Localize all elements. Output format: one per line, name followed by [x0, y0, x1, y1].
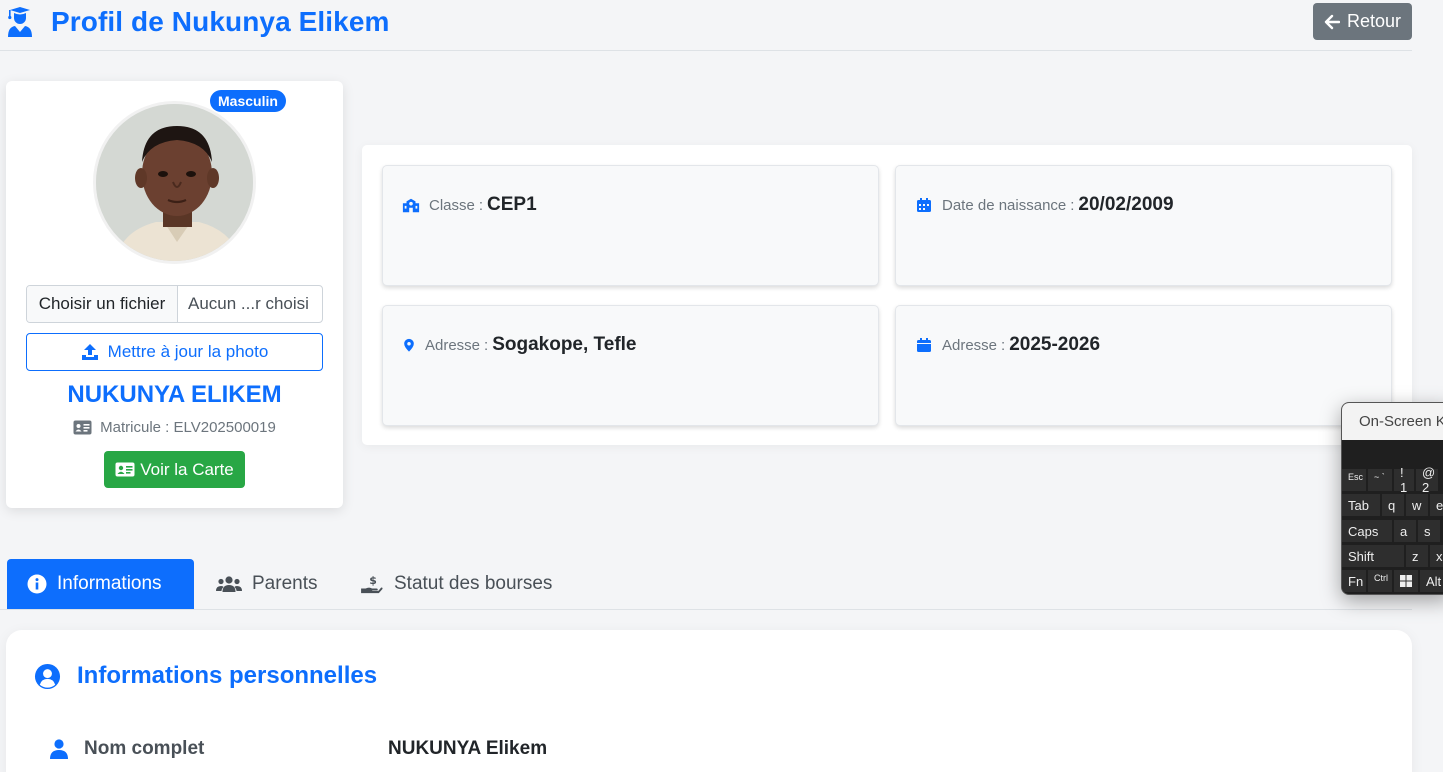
update-photo-label: Mettre à jour la photo	[107, 342, 269, 361]
osk-key-x[interactable]: x	[1430, 545, 1443, 567]
naissance-value: 20/02/2009	[1078, 194, 1174, 215]
osk-row-1: Esc ~ ` ! 1 @ 2	[1342, 465, 1438, 495]
adresse-label: Adresse	[425, 337, 481, 354]
osk-row-2: Tab q w e	[1342, 494, 1443, 516]
user-graduate-icon	[8, 7, 32, 37]
info-box-naissance: Date de naissance : 20/02/2009	[895, 165, 1392, 286]
osk-key-alt[interactable]: Alt	[1420, 570, 1443, 592]
info-circle-icon	[27, 574, 47, 594]
osk-key-esc[interactable]: Esc	[1342, 469, 1366, 491]
tab-parents-label: Parents	[252, 573, 318, 594]
school-icon	[402, 198, 420, 213]
update-photo-button[interactable]: Mettre à jour la photo	[26, 333, 323, 371]
page-header: Profil de Nukunya Elikem Retour	[0, 0, 1412, 51]
section-title-text: Informations personnelles	[77, 662, 378, 689]
tab-statut-bourses-label: Statut des bourses	[394, 573, 553, 594]
osk-row-3: Caps a s	[1342, 520, 1440, 542]
tab-informations[interactable]: Informations	[7, 559, 194, 609]
arrow-left-icon	[1324, 14, 1340, 29]
student-name: NUKUNYA ELIKEM	[67, 381, 282, 408]
osk-key-e[interactable]: e	[1430, 494, 1443, 516]
tab-statut-bourses[interactable]: $ Statut des bourses	[360, 559, 552, 609]
section-title: Informations personnelles	[34, 662, 377, 690]
info-box-adresse: Adresse : Sogakope, Tefle	[382, 305, 879, 426]
annee-label: Adresse	[942, 337, 998, 354]
field-label: Nom complet	[50, 738, 388, 760]
file-status-text: Aucun ...r choisi	[188, 294, 309, 313]
on-screen-keyboard[interactable]: On-Screen Keyboard Esc ~ ` ! 1 @ 2 Tab q…	[1341, 402, 1443, 595]
classe-label: Classe	[429, 197, 475, 214]
osk-key-1[interactable]: ! 1	[1394, 465, 1414, 495]
osk-title: On-Screen Keyboard	[1359, 413, 1443, 430]
nom-complet-label: Nom complet	[84, 738, 205, 759]
choose-file-button[interactable]: Choisir un fichier	[27, 286, 178, 322]
osk-row-4: Shift z x	[1342, 545, 1443, 567]
photo-file-input[interactable]: Choisir un fichier Aucun ...r choisi	[26, 285, 323, 323]
view-card-label: Voir la Carte	[140, 459, 234, 479]
osk-key-windows[interactable]	[1394, 570, 1418, 592]
user-icon	[50, 739, 68, 759]
page-title: Profil de Nukunya Elikem	[51, 6, 390, 37]
info-box-classe: Classe : CEP1	[382, 165, 879, 286]
osk-key-2[interactable]: @ 2	[1416, 465, 1438, 495]
profile-tabs: Informations Parents $ Statut des bourse…	[0, 558, 1412, 610]
osk-key-ctrl[interactable]: Ctrl	[1368, 570, 1392, 592]
tab-informations-label: Informations	[57, 573, 162, 594]
avatar	[93, 101, 256, 264]
upload-icon	[81, 344, 98, 360]
info-panel: Classe : CEP1 Date de naissance : 20/02/…	[362, 145, 1412, 445]
osk-key-z[interactable]: z	[1406, 545, 1428, 567]
field-row-nom-complet: Nom complet NUKUNYA Elikem	[50, 738, 950, 760]
osk-key-caps[interactable]: Caps	[1342, 520, 1392, 542]
osk-key-w[interactable]: w	[1406, 494, 1428, 516]
matricule-text: Matricule : ELV202500019	[100, 419, 276, 436]
personal-info-card: Informations personnelles Nom complet NU…	[6, 630, 1412, 772]
matricule: Matricule : ELV202500019	[6, 419, 343, 436]
osk-key-tilde[interactable]: ~ `	[1368, 469, 1392, 491]
users-icon	[216, 576, 242, 592]
osk-key-s[interactable]: s	[1418, 520, 1440, 542]
info-box-annee: Adresse : 2025-2026	[895, 305, 1392, 426]
windows-icon	[1400, 575, 1412, 587]
back-button[interactable]: Retour	[1313, 3, 1412, 40]
id-card-icon	[115, 462, 135, 477]
view-card-button[interactable]: Voir la Carte	[104, 451, 245, 488]
hand-holding-dollar-icon: $	[361, 574, 383, 594]
nom-complet-value: NUKUNYA Elikem	[388, 738, 548, 759]
naissance-label: Date de naissance	[942, 197, 1067, 214]
adresse-value: Sogakope, Tefle	[492, 334, 637, 355]
gender-badge: Masculin	[210, 90, 286, 112]
osk-key-shift[interactable]: Shift	[1342, 545, 1404, 567]
back-button-label: Retour	[1346, 11, 1402, 31]
osk-key-q[interactable]: q	[1382, 494, 1404, 516]
osk-titlebar[interactable]: On-Screen Keyboard	[1342, 403, 1443, 440]
student-photo	[96, 104, 253, 261]
user-circle-icon	[34, 663, 61, 689]
profile-card: Masculin Choisir un fichier Aucun ...r c…	[6, 81, 343, 508]
svg-text:$: $	[369, 574, 377, 587]
osk-key-fn[interactable]: Fn	[1342, 570, 1366, 592]
id-card-icon	[73, 420, 92, 435]
tab-parents[interactable]: Parents	[216, 559, 317, 609]
annee-value: 2025-2026	[1009, 334, 1101, 355]
osk-row-5: Fn Ctrl Alt	[1342, 570, 1443, 592]
osk-key-a[interactable]: a	[1394, 520, 1416, 542]
osk-key-tab[interactable]: Tab	[1342, 494, 1380, 516]
map-marker-icon	[404, 338, 414, 352]
calendar-icon	[917, 198, 931, 212]
classe-value: CEP1	[487, 194, 537, 215]
calendar-icon	[917, 338, 931, 352]
